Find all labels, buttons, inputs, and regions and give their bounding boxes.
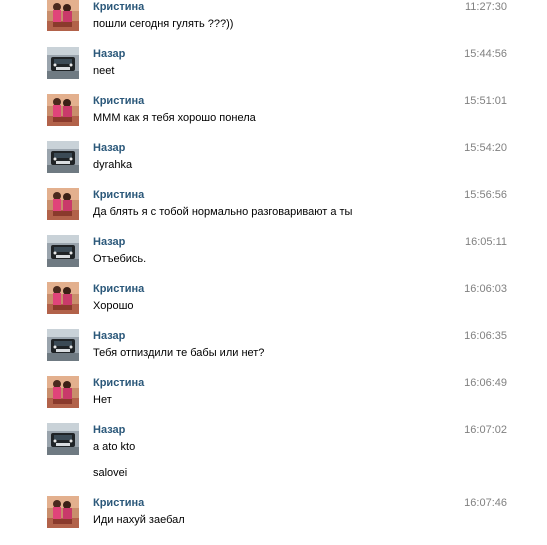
nazar-avatar[interactable] — [47, 235, 79, 267]
nazar-avatar[interactable] — [47, 423, 79, 455]
message-author[interactable]: Назар — [93, 141, 125, 155]
message-text: Да блять я с тобой нормально разговарива… — [93, 206, 353, 218]
message-text: Иди нахуй заебал — [93, 514, 185, 526]
message-time: 15:56:56 — [464, 189, 507, 201]
message-time: 16:06:49 — [464, 377, 507, 389]
message-time: 16:06:03 — [464, 283, 507, 295]
nazar-avatar[interactable] — [47, 47, 79, 79]
message-text: a ato kto — [93, 441, 136, 453]
message-text: Тебя отпиздили те бабы или нет? — [93, 347, 265, 359]
message-time: 11:27:30 — [464, 1, 507, 13]
nazar-avatar[interactable] — [47, 141, 79, 173]
message-time: 16:07:02 — [464, 424, 507, 436]
message-time: 15:51:01 — [464, 95, 507, 107]
message-time: 15:54:20 — [464, 142, 507, 154]
message-author[interactable]: Кристина — [93, 94, 144, 108]
kristina-avatar[interactable] — [47, 188, 79, 220]
message-time: 16:06:35 — [464, 330, 507, 342]
message-author[interactable]: Кристина — [93, 496, 144, 510]
kristina-avatar[interactable] — [47, 0, 79, 31]
message-author[interactable]: Назар — [93, 235, 125, 249]
message-author[interactable]: Кристина — [93, 188, 144, 202]
message-time: 15:44:56 — [464, 48, 507, 60]
message-author[interactable]: Назар — [93, 47, 125, 61]
message-author[interactable]: Кристина — [93, 376, 144, 390]
message-text: neet — [93, 65, 115, 77]
kristina-avatar[interactable] — [47, 376, 79, 408]
message-text: dyrahka — [93, 159, 133, 171]
message-text: Нет — [93, 394, 112, 406]
message-text: пошли сегодня гулять ???)) — [93, 18, 234, 30]
message-author[interactable]: Назар — [93, 329, 125, 343]
kristina-avatar[interactable] — [47, 496, 79, 528]
message-text: Хорошо — [93, 300, 134, 312]
kristina-avatar[interactable] — [47, 282, 79, 314]
message-author[interactable]: Кристина — [93, 282, 144, 296]
message-time: 16:05:11 — [464, 236, 507, 248]
kristina-avatar[interactable] — [47, 94, 79, 126]
message-author[interactable]: Кристина — [93, 0, 144, 14]
nazar-avatar[interactable] — [47, 329, 79, 361]
message-time: 16:07:46 — [464, 497, 507, 509]
message-text: Отъебись. — [93, 253, 147, 265]
message-text: МММ как я тебя хорошо понела — [93, 112, 256, 124]
message-text: salovei — [93, 467, 128, 479]
message-author[interactable]: Назар — [93, 423, 125, 437]
